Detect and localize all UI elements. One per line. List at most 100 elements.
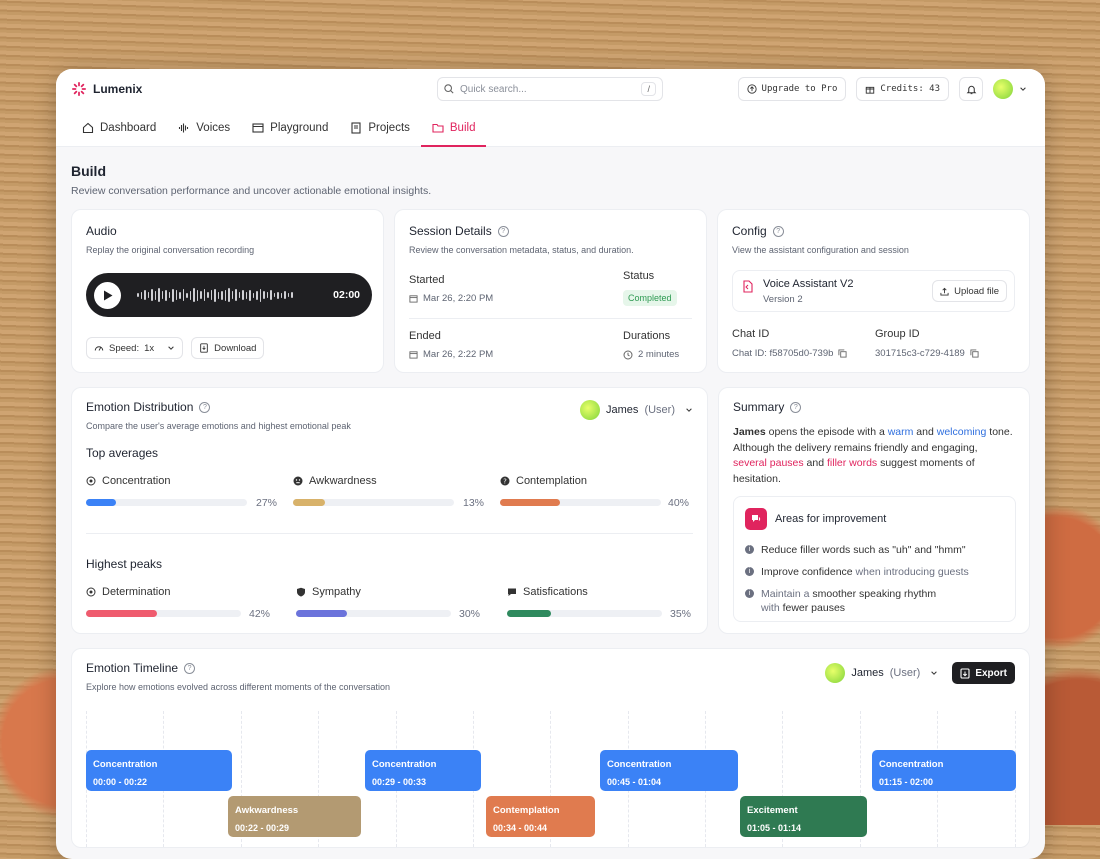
search-placeholder: Quick search... bbox=[460, 83, 527, 95]
help-icon[interactable]: ? bbox=[772, 225, 784, 237]
copy-icon[interactable] bbox=[970, 349, 979, 358]
speech-icon bbox=[745, 508, 767, 530]
user-select[interactable]: James (User) bbox=[825, 663, 938, 683]
waveform-bar bbox=[182, 289, 184, 301]
target-icon bbox=[86, 476, 96, 486]
help-icon[interactable]: ? bbox=[184, 662, 196, 674]
summary-highlight: filler words bbox=[826, 457, 878, 469]
tab-dashboard[interactable]: Dashboard bbox=[71, 109, 167, 146]
card-subtitle: Replay the original conversation recordi… bbox=[86, 245, 255, 255]
block-time: 01:05 - 01:14 bbox=[747, 823, 802, 834]
emotion-name: Concentration bbox=[102, 475, 171, 487]
account-menu[interactable] bbox=[993, 79, 1027, 99]
waveform-bar bbox=[147, 292, 149, 298]
timeline-block[interactable]: Awkwardness 00:22 - 00:29 bbox=[228, 796, 361, 837]
waveform-bar bbox=[214, 288, 216, 302]
app-logo[interactable]: Lumenix bbox=[72, 82, 142, 96]
copy-icon[interactable] bbox=[838, 349, 847, 358]
upload-icon bbox=[940, 287, 949, 296]
emotion-bar bbox=[293, 499, 454, 506]
emotion-row: Satisfications 35% bbox=[507, 586, 699, 620]
list-item-text: with bbox=[761, 602, 783, 614]
tab-voices[interactable]: Voices bbox=[167, 109, 241, 146]
timeline-block[interactable]: Concentration 00:00 - 00:22 bbox=[86, 750, 232, 791]
arrow-up-circle-icon bbox=[746, 84, 757, 94]
divider bbox=[409, 318, 692, 319]
credits-label: Credits: 43 bbox=[880, 84, 940, 94]
card-title: Summary bbox=[733, 400, 785, 414]
list-item-emphasis: Improve confidence bbox=[761, 566, 853, 578]
list-item-text: when introducing guests bbox=[852, 566, 969, 578]
tab-projects[interactable]: Projects bbox=[339, 109, 421, 146]
user-name: James bbox=[606, 404, 639, 416]
list-item: i Reduce filler words such as "uh" and "h… bbox=[745, 543, 969, 557]
calendar-icon bbox=[409, 295, 418, 303]
waveform-bar bbox=[172, 288, 174, 302]
block-time: 00:34 - 00:44 bbox=[493, 823, 548, 834]
waveform-bar bbox=[270, 290, 272, 300]
started-label: Started bbox=[409, 274, 445, 286]
target-icon bbox=[86, 587, 96, 597]
divider bbox=[86, 533, 693, 534]
audio-player[interactable]: 02:00 bbox=[86, 273, 372, 317]
list-item-emphasis: fewer pauses bbox=[782, 602, 846, 614]
help-icon[interactable]: ? bbox=[199, 401, 211, 413]
timeline-block[interactable]: Contemplation 00:34 - 00:44 bbox=[486, 796, 595, 837]
waveform-bar bbox=[175, 290, 177, 300]
timeline-block[interactable]: Excitement 01:05 - 01:14 bbox=[740, 796, 867, 837]
group-id-label: Group ID bbox=[875, 328, 920, 340]
download-button[interactable]: Download bbox=[191, 337, 265, 359]
credits-button[interactable]: Credits: 43 bbox=[856, 77, 949, 101]
help-icon[interactable]: ? bbox=[497, 225, 509, 237]
svg-text:?: ? bbox=[503, 478, 507, 486]
audio-waveform[interactable] bbox=[137, 285, 293, 305]
areas-title: Areas for improvement bbox=[775, 513, 887, 525]
upload-file-button[interactable]: Upload file bbox=[932, 280, 1007, 302]
user-role: (User) bbox=[644, 404, 675, 416]
emotion-percent: 40% bbox=[668, 497, 690, 509]
search-input[interactable]: Quick search... / bbox=[437, 77, 663, 101]
waveform-bar bbox=[154, 290, 156, 300]
speed-label: Speed: bbox=[109, 342, 140, 354]
help-icon[interactable]: ? bbox=[790, 401, 802, 413]
tab-build[interactable]: Build bbox=[420, 109, 487, 147]
waveform-bar bbox=[200, 291, 202, 299]
export-file-icon bbox=[960, 667, 970, 679]
emotion-bar-fill bbox=[507, 610, 551, 617]
user-select[interactable]: James (User) bbox=[580, 400, 693, 420]
status-label: Status bbox=[623, 270, 655, 282]
timeline-block[interactable]: Concentration 00:29 - 00:33 bbox=[365, 750, 481, 791]
assistant-version: Version 2 bbox=[763, 294, 803, 305]
block-label: Excitement bbox=[747, 805, 798, 816]
ended-label: Ended bbox=[409, 330, 441, 342]
waveform-bar bbox=[189, 290, 191, 300]
waveform-bar bbox=[217, 291, 219, 299]
speed-select[interactable]: Speed: 1x bbox=[86, 337, 184, 359]
block-time: 00:00 - 00:22 bbox=[93, 777, 148, 788]
waveform-icon bbox=[179, 123, 189, 132]
bell-icon bbox=[966, 85, 976, 94]
waveform-bar bbox=[266, 292, 268, 298]
info-icon: i bbox=[745, 545, 754, 554]
block-label: Concentration bbox=[93, 759, 158, 770]
notifications-button[interactable] bbox=[959, 77, 983, 101]
waveform-bar bbox=[284, 291, 286, 299]
folder-icon bbox=[432, 123, 444, 133]
info-icon: i bbox=[745, 567, 754, 576]
emotion-timeline-card: Emotion Timeline? Explore how emotions e… bbox=[71, 648, 1030, 848]
tab-playground[interactable]: Playground bbox=[241, 109, 339, 146]
tab-label: Build bbox=[449, 121, 476, 134]
home-icon bbox=[82, 122, 94, 133]
card-title: Session Details bbox=[409, 224, 492, 238]
emotion-name: Satisfications bbox=[523, 586, 588, 598]
summary-fragment: and bbox=[803, 457, 827, 469]
export-button[interactable]: Export bbox=[952, 662, 1015, 684]
document-icon bbox=[351, 121, 361, 134]
timeline-block[interactable]: Concentration 00:45 - 01:04 bbox=[600, 750, 738, 791]
play-button[interactable] bbox=[94, 281, 121, 309]
card-subtitle: Review the conversation metadata, status… bbox=[409, 245, 634, 255]
block-label: Concentration bbox=[372, 759, 437, 770]
card-title: Config bbox=[732, 224, 767, 238]
upgrade-button[interactable]: Upgrade to Pro bbox=[737, 77, 847, 101]
timeline-block[interactable]: Concentration 01:15 - 02:00 bbox=[872, 750, 1016, 791]
